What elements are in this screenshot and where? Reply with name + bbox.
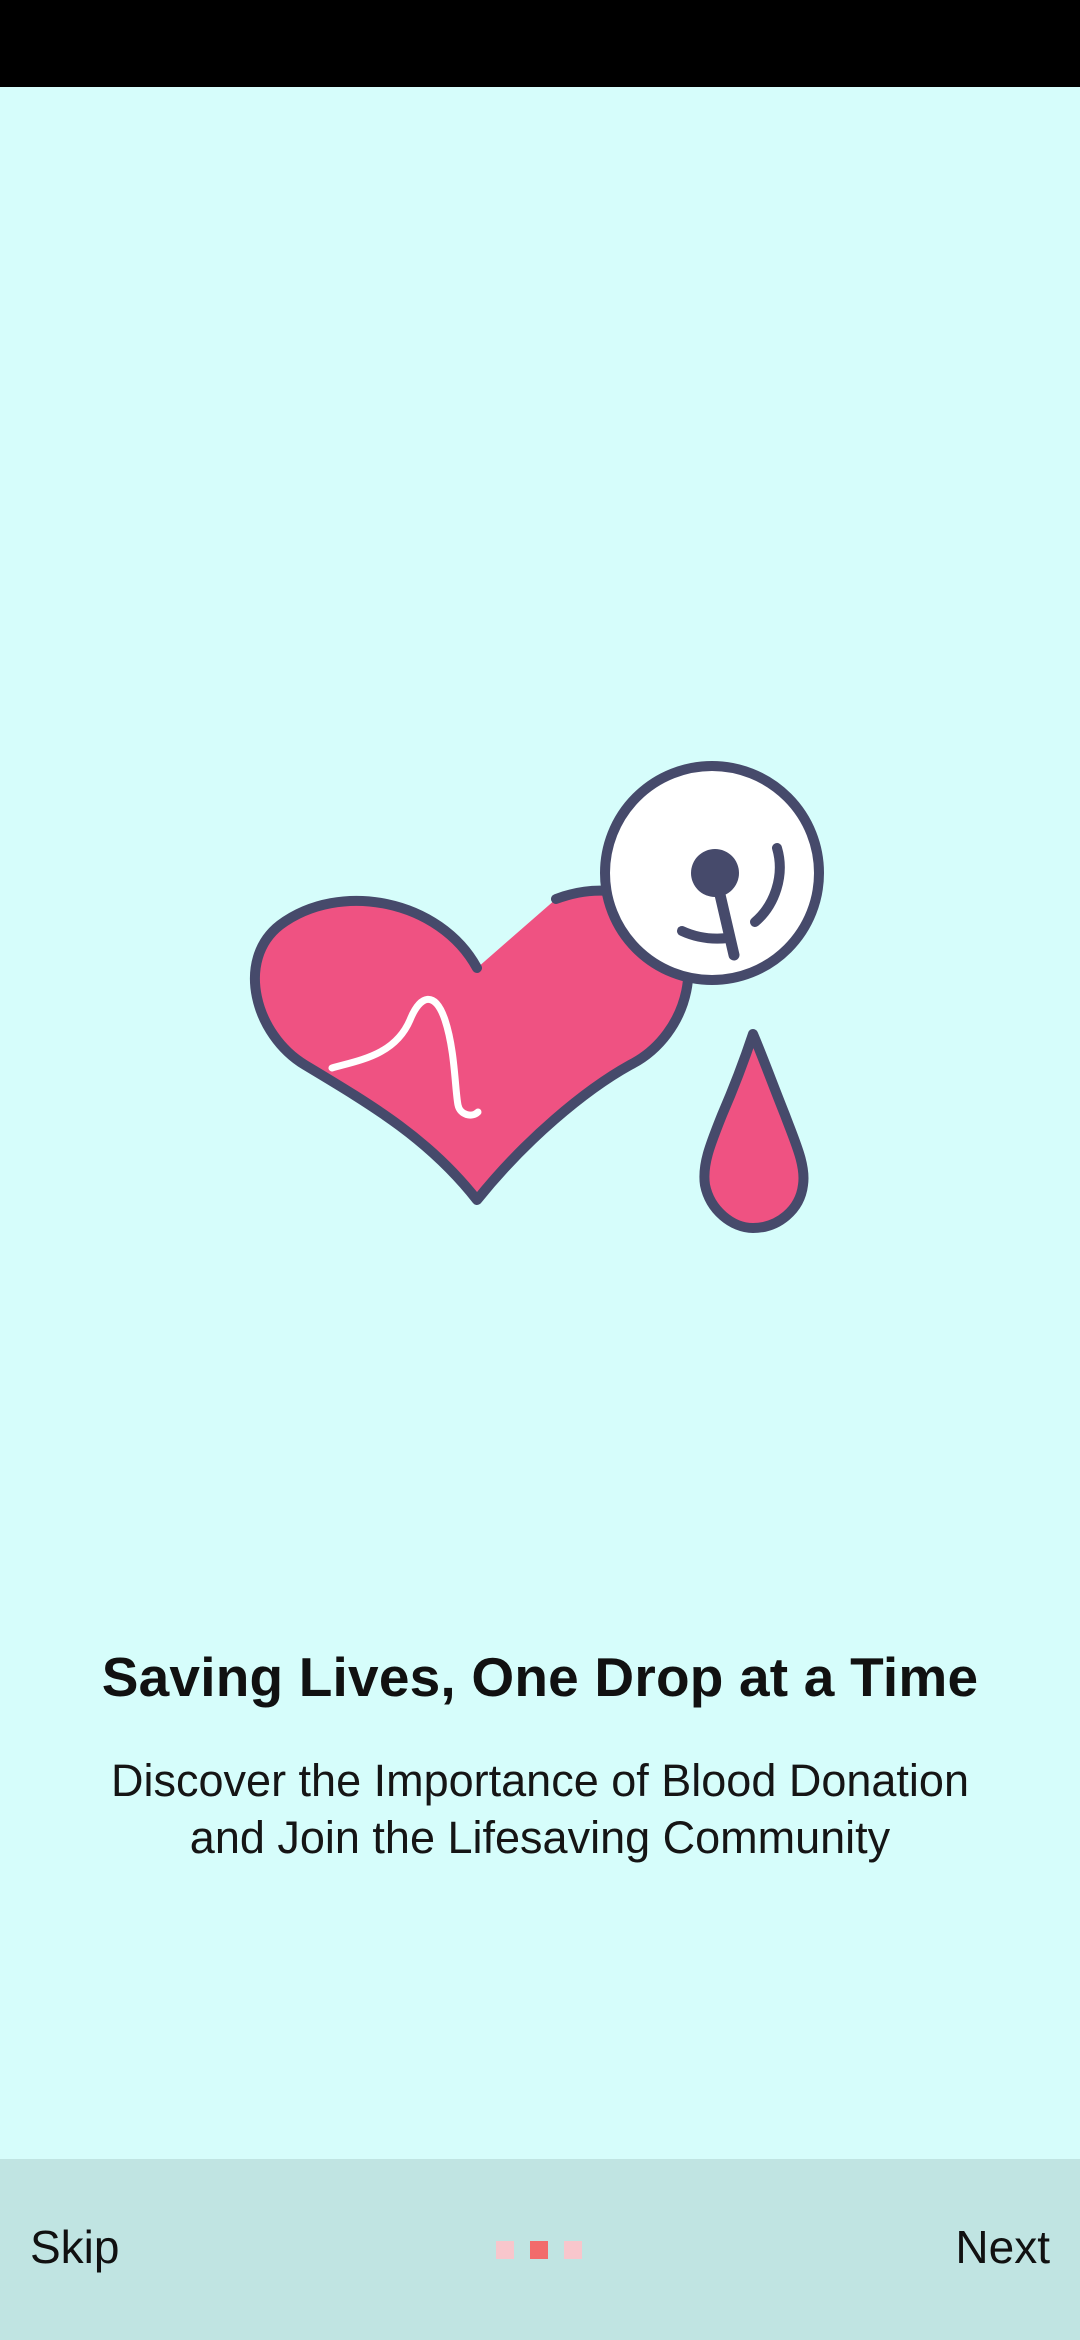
status-bar <box>0 0 1080 87</box>
heart-stethoscope-blood-drop-icon <box>250 761 824 1233</box>
subtitle-line-1: Discover the Importance of Blood Donatio… <box>111 1755 969 1806</box>
onboarding-subtitle: Discover the Importance of Blood Donatio… <box>60 1752 1020 1866</box>
blood-drop <box>699 1029 809 1233</box>
subtitle-line-2: and Join the Lifesaving Community <box>189 1812 891 1863</box>
onboarding-title: Saving Lives, One Drop at a Time <box>101 1646 979 1708</box>
skip-button[interactable]: Skip <box>30 2220 119 2274</box>
page-dot-1[interactable] <box>496 2241 514 2259</box>
page-dot-2-active[interactable] <box>530 2241 548 2259</box>
next-button[interactable]: Next <box>955 2220 1050 2274</box>
page-dot-3[interactable] <box>564 2241 582 2259</box>
page-indicator <box>496 2241 582 2259</box>
